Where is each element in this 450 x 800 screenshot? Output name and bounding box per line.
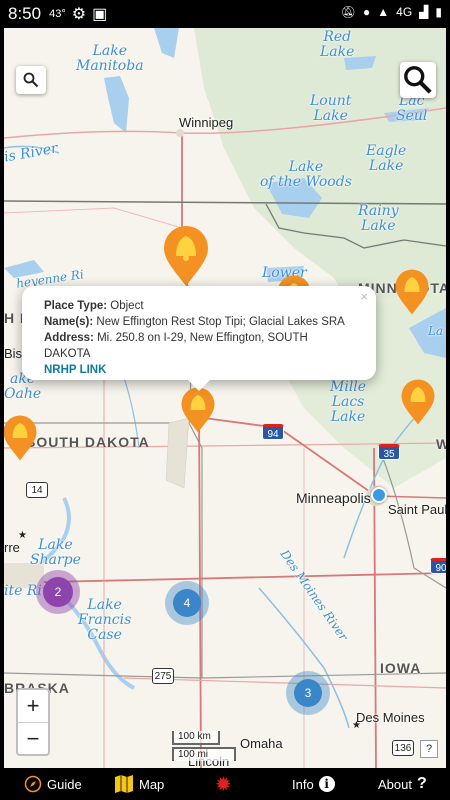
marker-cluster[interactable]: 2 [36,570,80,614]
interstate-shield: 94 [262,424,284,440]
nav-settings[interactable]: ✹ [215,768,232,800]
nav-info[interactable]: Info i [292,768,335,800]
highway-shield: 136 [392,740,414,756]
interstate-shield: 90 [430,558,446,574]
state-label: W [436,436,446,452]
nav-about-label: About [378,776,412,792]
marker-cluster[interactable]: 3 [286,671,330,715]
marker-cluster[interactable]: 4 [165,581,209,625]
bottom-nav: Guide Map ✹ Info i About ? [0,768,450,800]
highway-shield: 14 [26,482,48,498]
value: New Effington Rest Stop Tipi; Glacial La… [96,316,345,328]
status-time: 8:50 [8,4,42,23]
popup-address: Address: Mi. 250.8 on I-29, New Effingto… [44,330,356,362]
map-icon [115,775,133,793]
capital-star-icon: ★ [18,530,27,541]
lake-label: Rainy Lake [358,203,399,234]
search-icon [404,66,432,94]
state-label: IOWA [380,660,422,676]
state-label: SOUTH DAKOTA [26,434,150,450]
network-type: 4G [396,5,413,19]
lake-label: Lake Sharpe [30,537,81,568]
info-icon: i [318,776,335,792]
place-popup: × Place Type: Object Name(s): New Effing… [22,286,376,380]
city-label: Omaha [240,736,283,751]
liberty-bell-pin-icon[interactable] [162,224,210,288]
cluster-count: 3 [294,679,322,707]
city-label: Des Moines [356,710,425,725]
city-label: Minneapolis [296,490,371,506]
help-button[interactable]: ? [420,740,438,758]
scale-km: 100 km [172,731,220,745]
lake-label: Lake of the Woods [260,159,352,190]
nav-map[interactable]: Map [114,768,164,800]
zoom-control: + − [16,688,50,756]
lake-label: Lake Manitoba [76,43,144,74]
label: Address: [44,332,94,344]
battery-icon: ▮ [435,5,442,19]
city-label: Bis [4,346,23,361]
question-icon: ? [416,775,427,792]
popup-close-button[interactable]: × [360,289,368,305]
city-label: Winnipeg [179,115,234,130]
zoom-in-button[interactable]: + [18,690,48,722]
large-search-button[interactable] [400,62,436,98]
settings-gear-icon: ⚙ [71,6,87,23]
lake-label: Lount Lake [310,93,352,124]
mute-icon: 🔕︎ [340,5,356,19]
highway-shield: 275 [152,668,174,684]
label: Name(s): [44,316,94,328]
lake-label: Mille Lacs Lake [330,379,367,425]
lake-label: Lac Seul [396,93,428,124]
nav-guide-label: Guide [47,776,82,792]
city-label: Saint Paul [388,502,446,517]
lake-label: Eagle Lake [366,143,407,174]
status-temperature: 43° [49,8,66,20]
city-label: rre [4,540,20,555]
popup-place-type: Place Type: Object [44,298,356,314]
image-icon: ▣ [92,6,108,23]
lake-label: La [428,324,444,338]
cluster-count: 4 [173,589,201,617]
liberty-bell-pin-icon[interactable] [400,378,436,426]
map-base-layer [4,28,446,768]
interstate-shield: 35 [378,444,400,460]
nav-info-label: Info [292,776,314,792]
label: Place Type: [44,300,108,312]
current-location-dot [371,487,387,503]
popup-tip [187,379,211,391]
scale-bar: 100 km 100 mi [172,731,236,761]
status-bar: 8:50 43° ⚙ ▣ 🔕︎ ● ▲ 4G ▟ ▮ [0,0,450,28]
nav-guide[interactable]: Guide [24,768,82,800]
lake-label: Lake Francis Case [78,597,132,643]
gear-icon: ✹ [215,773,232,796]
cluster-count: 2 [43,577,73,607]
search-icon [23,72,39,88]
liberty-bell-pin-icon[interactable] [180,386,216,434]
capital-star-icon: ★ [352,720,361,731]
map-view[interactable]: Red Lake Lake Manitoba Lac Seul Lount Lake E… [4,28,446,768]
lake-label: Red Lake [320,29,355,60]
compass-icon [24,775,42,793]
location-icon: ● [363,5,371,19]
liberty-bell-pin-icon[interactable] [394,268,430,316]
nrhp-link[interactable]: NRHP LINK [44,362,356,378]
liberty-bell-pin-icon[interactable] [4,414,38,462]
wifi-icon: ▲ [377,5,390,19]
popup-names: Name(s): New Effington Rest Stop Tipi; G… [44,314,356,330]
scale-mi: 100 mi [172,747,236,761]
value: Object [110,300,144,312]
nav-map-label: Map [139,776,165,792]
nav-about[interactable]: About ? [378,768,427,800]
signal-icon: ▟ [419,5,429,19]
search-button[interactable] [16,66,46,94]
zoom-out-button[interactable]: − [18,722,48,754]
